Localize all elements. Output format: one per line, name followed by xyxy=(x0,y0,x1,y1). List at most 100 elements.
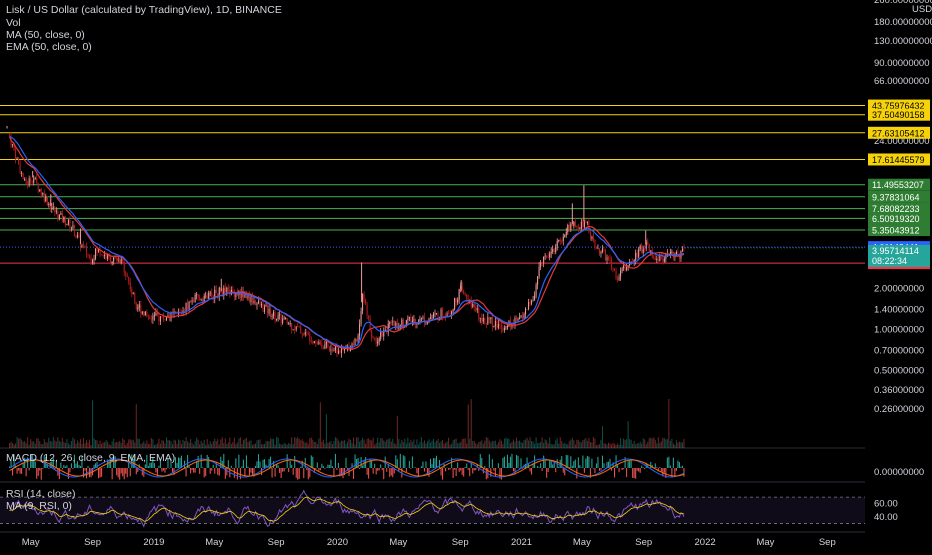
volume-bar xyxy=(385,442,386,448)
candle xyxy=(110,256,111,263)
chart-canvas[interactable]: MaySep2019MaySep2020MaySep2021MaySep2022… xyxy=(0,0,932,550)
macd-hist-bar xyxy=(644,468,645,469)
candle xyxy=(44,193,45,201)
candle xyxy=(545,256,546,257)
macd-hist-bar xyxy=(169,468,170,469)
macd-hist-bar xyxy=(272,468,273,478)
volume-bar xyxy=(492,441,493,448)
macd-hist-bar xyxy=(148,466,149,468)
volume-bar xyxy=(415,445,416,448)
volume-bar xyxy=(145,444,146,448)
volume-bar xyxy=(57,437,58,448)
volume-bar xyxy=(148,444,149,448)
candle xyxy=(516,318,517,320)
macd-hist-bar xyxy=(250,468,251,473)
macd-hist-bar xyxy=(246,455,247,468)
macd-hist-bar xyxy=(683,468,684,477)
price-tick-label: 66.00000000 xyxy=(874,76,929,87)
volume-bar xyxy=(42,444,43,448)
volume-bar xyxy=(448,438,449,448)
candle xyxy=(267,305,268,313)
macd-hist-bar xyxy=(431,464,432,468)
candle xyxy=(184,311,185,312)
volume-bar xyxy=(582,440,583,448)
macd-hist-bar xyxy=(80,466,81,468)
volume-bar xyxy=(377,438,378,448)
macd-hist-bar xyxy=(214,468,215,474)
volume-bar xyxy=(256,440,257,448)
macd-label: MACD (12, 26, close, 9, EMA, EMA) xyxy=(6,452,175,464)
volume-bar xyxy=(567,444,568,448)
candle xyxy=(655,258,656,260)
macd-hist-bar xyxy=(484,466,485,468)
volume-bar xyxy=(81,444,82,448)
macd-hist-bar xyxy=(534,455,535,468)
macd-hist-bar xyxy=(232,468,233,469)
volume-bar xyxy=(133,440,134,448)
chart-root[interactable]: MaySep2019MaySep2020MaySep2021MaySep2022… xyxy=(0,0,932,550)
candle xyxy=(465,294,466,295)
volume-bar xyxy=(29,445,30,448)
candle xyxy=(15,150,16,159)
candle xyxy=(649,244,650,251)
volume-bar xyxy=(623,438,624,448)
volume-bar xyxy=(317,444,318,448)
candle xyxy=(662,256,663,262)
candle xyxy=(276,319,277,320)
candle xyxy=(570,224,571,230)
candle xyxy=(142,312,143,314)
macd-hist-bar xyxy=(41,468,42,480)
volume-bar xyxy=(361,440,362,448)
volume-bar xyxy=(60,442,61,448)
candle xyxy=(81,245,82,247)
macd-hist-bar xyxy=(392,468,393,477)
volume-bar xyxy=(456,439,457,448)
volume-bar xyxy=(86,440,87,448)
candle xyxy=(573,222,574,226)
volume-bar xyxy=(320,402,321,448)
candle xyxy=(569,225,570,230)
candle xyxy=(287,318,288,324)
volume-bar xyxy=(59,441,60,448)
macd-hist-bar xyxy=(404,456,405,468)
candle xyxy=(377,342,378,344)
candle xyxy=(296,326,297,329)
current-price-label: 3.95714114 xyxy=(872,246,919,256)
volume-bar xyxy=(617,443,618,448)
price-tick-label: 1.40000000 xyxy=(874,304,924,315)
volume-bar xyxy=(333,441,334,448)
macd-hist-bar xyxy=(294,456,295,468)
candle xyxy=(596,248,597,249)
macd-hist-bar xyxy=(573,461,574,468)
volume-bar xyxy=(80,439,81,448)
candle xyxy=(145,312,146,316)
volume-bar xyxy=(290,444,291,448)
candle xyxy=(376,338,377,343)
candle xyxy=(371,330,372,338)
candle xyxy=(501,326,502,329)
candle xyxy=(89,255,90,256)
macd-hist-bar xyxy=(122,468,123,476)
macd-hist-bar xyxy=(172,468,173,473)
candle xyxy=(151,319,152,320)
macd-hist-bar xyxy=(190,468,191,473)
macd-hist-bar xyxy=(69,468,70,472)
candle xyxy=(163,317,164,319)
candle xyxy=(593,237,594,240)
price-tick-label: 0.26000000 xyxy=(874,404,924,415)
macd-hist-bar xyxy=(318,468,319,471)
macd-hist-bar xyxy=(98,468,99,478)
volume-bar xyxy=(44,439,45,448)
candle xyxy=(563,237,564,241)
candle xyxy=(625,266,626,270)
volume-bar xyxy=(570,440,571,448)
volume-bar xyxy=(421,437,422,448)
macd-hist-bar xyxy=(596,463,597,468)
candle xyxy=(329,348,330,351)
candle xyxy=(355,339,356,345)
candle xyxy=(380,332,381,339)
macd-hist-bar xyxy=(84,468,85,471)
macd-hist-bar xyxy=(433,458,434,468)
macd-hist-bar xyxy=(308,468,309,479)
candle xyxy=(113,258,114,262)
